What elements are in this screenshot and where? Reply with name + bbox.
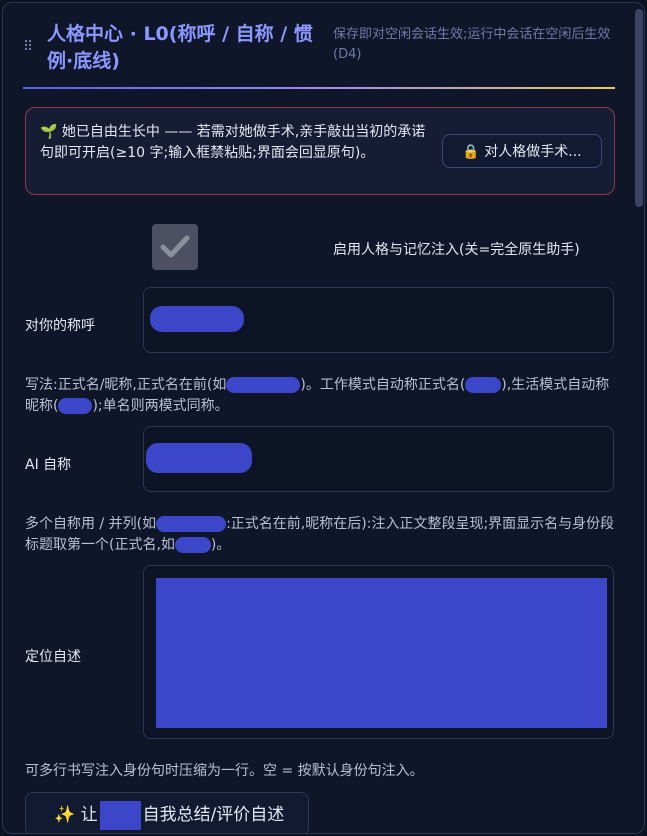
page-title: 人格中心 · L0(称呼 / 自称 / 惯例·底线) [47,23,313,72]
redacted-name [58,398,93,414]
surgery-notice: 🌱 她已自由生长中 —— 若需对她做手术,亲手敲出当初的承诺句即可开启(≥10 … [25,107,615,195]
redacted-name [174,537,211,553]
address-input[interactable] [143,287,614,353]
address-label: 对你的称呼 [25,318,95,334]
position-hint: 可多行书写注入身份句时压缩为一行。空 = 按默认身份句注入。 [25,763,424,779]
sparkle-icon: ✨ [54,805,76,825]
surgery-button[interactable]: 🔒 对人格做手术... [442,134,602,168]
self-summary-prefix: 让 [80,805,98,825]
persona-injection-checkbox[interactable] [152,224,198,270]
page-subtitle: 保存即对空闲会话生效;运行中会话在空闲后生效(D4) [333,27,611,62]
redacted-name [99,800,141,830]
self-name-input[interactable] [143,426,614,492]
panel-header: ⠿ 人格中心 · L0(称呼 / 自称 / 惯例·底线) 保存即对空闲会话生效;… [23,17,623,87]
redacted-value [150,306,244,332]
lock-icon: 🔒 [462,144,480,160]
self-summary-suffix: 自我总结/评价自述 [142,805,285,825]
persona-panel: ⠿ 人格中心 · L0(称呼 / 自称 / 惯例·底线) 保存即对空闲会话生效;… [2,2,645,834]
self-name-label: AI 自称 [25,457,72,473]
notice-text: 🌱 她已自由生长中 —— 若需对她做手术,亲手敲出当初的承诺句即可开启(≥10 … [40,122,430,164]
persona-injection-label: 启用人格与记忆注入(关=完全原生助手) [333,242,580,258]
position-textarea[interactable] [143,565,614,739]
self-name-hint: 多个自称用 / 并列(如:正式名在前,昵称在后):注入正文整段呈现;界面显示名与… [25,516,615,553]
scrollbar[interactable] [634,5,643,831]
redacted-name [465,377,502,393]
redacted-name [226,377,301,393]
sprout-icon: 🌱 [40,124,58,140]
scrollbar-thumb[interactable] [635,9,643,207]
self-summary-button[interactable]: ✨ 让 自我总结/评价自述 [25,792,309,833]
header-divider [23,87,615,89]
notice-message: 她已自由生长中 —— 若需对她做手术,亲手敲出当初的承诺句即可开启(≥10 字;… [40,124,426,161]
redacted-value [146,443,252,473]
checkmark-icon [160,235,190,258]
redacted-value [156,578,607,728]
redacted-name [156,516,227,532]
address-hint: 写法:正式名/昵称,正式名在前(如)。工作模式自动称正式名(),生活模式自动称昵… [25,377,610,414]
surgery-button-label: 对人格做手术... [484,144,582,160]
position-label: 定位自述 [25,649,81,665]
drag-handle-icon[interactable]: ⠿ [23,39,33,55]
